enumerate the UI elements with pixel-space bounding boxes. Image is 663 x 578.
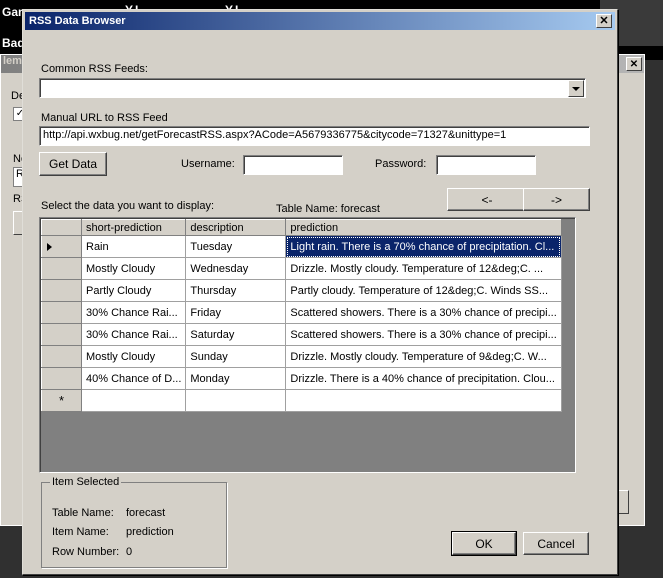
dropdown-arrow-button[interactable] [568,80,584,97]
table-row[interactable]: Mostly Cloudy Wednesday Drizzle. Mostly … [41,257,562,280]
grid-cell[interactable]: Drizzle. Mostly cloudy. Temperature of 9… [285,345,562,368]
rss-data-browser-dialog: RSS Data Browser ✕ Common RSS Feeds: Man… [22,9,618,575]
row-header[interactable] [41,279,82,302]
column-header-short-prediction[interactable]: short-prediction [80,219,187,236]
select-data-label: Select the data you want to display: [41,200,215,212]
grid-cell[interactable]: Partly cloudy. Temperature of 12&deg;C. … [285,279,562,302]
column-header-prediction[interactable]: prediction [285,219,562,236]
row-number-label: Row Number: [52,546,120,558]
ok-button[interactable]: OK [451,531,517,556]
grid-cell[interactable]: 40% Chance of D... [80,367,187,390]
grid-cell[interactable]: Monday [185,367,287,390]
grid-cell[interactable]: 30% Chance Rai... [80,301,187,324]
grid-cell[interactable]: Friday [185,301,287,324]
password-label: Password: [375,158,427,170]
grid-cell[interactable] [185,389,287,412]
data-grid-table: short-prediction description prediction … [41,219,562,412]
table-row[interactable]: Mostly Cloudy Sunday Drizzle. Mostly clo… [41,345,562,368]
table-name-label: Table Name: [52,507,114,519]
dialog-titlebar: RSS Data Browser [25,12,615,30]
table-row[interactable]: 40% Chance of D... Monday Drizzle. There… [41,367,562,390]
next-button[interactable]: -> [523,188,590,211]
column-header-description[interactable]: description [185,219,287,236]
grid-cell[interactable]: Thursday [185,279,287,302]
table-row-new[interactable]: * [41,389,562,412]
row-header[interactable] [41,235,82,258]
background-close-button[interactable]: ✕ [626,57,642,71]
common-feeds-label: Common RSS Feeds: [41,63,148,75]
grid-cell[interactable]: Partly Cloudy [80,279,187,302]
table-name-heading: Table Name: forecast [276,203,380,215]
grid-cell[interactable]: Scattered showers. There is a 30% chance… [285,301,562,324]
table-row[interactable]: Rain Tuesday Light rain. There is a 70% … [41,235,562,258]
manual-url-input[interactable]: http://api.wxbug.net/getForecastRSS.aspx… [39,126,590,146]
grid-cell-selected[interactable]: Light rain. There is a 70% chance of pre… [285,235,562,258]
item-selected-title: Item Selected [50,476,122,488]
grid-cell[interactable]: Scattered showers. There is a 30% chance… [285,323,562,346]
row-header[interactable] [41,345,82,368]
grid-cell[interactable]: Saturday [185,323,287,346]
previous-button[interactable]: <- [447,188,527,211]
table-name-value: forecast [126,507,166,519]
item-selected-group: Item Selected Table Name: forecast Item … [41,476,227,568]
close-button[interactable]: ✕ [596,14,612,28]
grid-cell[interactable]: Wednesday [185,257,287,280]
row-header[interactable] [41,257,82,280]
grid-cell[interactable]: Sunday [185,345,287,368]
grid-cell[interactable]: Mostly Cloudy [80,257,187,280]
item-name-value: prediction [126,526,174,538]
username-label: Username: [181,158,235,170]
row-number-value: 0 [126,546,133,558]
current-row-arrow-icon [47,242,52,251]
table-row[interactable]: Partly Cloudy Thursday Partly cloudy. Te… [41,279,562,302]
table-row[interactable]: 30% Chance Rai... Saturday Scattered sho… [41,323,562,346]
new-row-icon[interactable]: * [41,389,82,412]
password-input[interactable] [436,155,536,175]
grid-cell[interactable]: Drizzle. Mostly cloudy. Temperature of 1… [285,257,562,280]
common-feeds-dropdown[interactable] [39,78,586,98]
grid-cell[interactable]: Drizzle. There is a 40% chance of precip… [285,367,562,390]
row-header[interactable] [41,367,82,390]
chevron-down-icon [572,86,580,91]
manual-url-label: Manual URL to RSS Feed [41,112,168,124]
table-row[interactable]: 30% Chance Rai... Friday Scattered showe… [41,301,562,324]
username-input[interactable] [243,155,343,175]
grid-cell[interactable]: Mostly Cloudy [80,345,187,368]
grid-cell[interactable] [285,389,562,412]
grid-cell[interactable]: 30% Chance Rai... [80,323,187,346]
grid-cell[interactable]: Rain [80,235,187,258]
dialog-title: RSS Data Browser [29,15,126,27]
grid-cell[interactable] [80,389,187,412]
item-name-label: Item Name: [52,526,109,538]
row-header-corner [41,219,82,236]
row-header[interactable] [41,301,82,324]
grid-cell[interactable]: Tuesday [185,235,287,258]
close-icon: ✕ [599,15,609,27]
data-grid[interactable]: short-prediction description prediction … [39,217,576,473]
row-header[interactable] [41,323,82,346]
get-data-button[interactable]: Get Data [39,152,107,176]
cancel-button[interactable]: Cancel [523,532,589,555]
